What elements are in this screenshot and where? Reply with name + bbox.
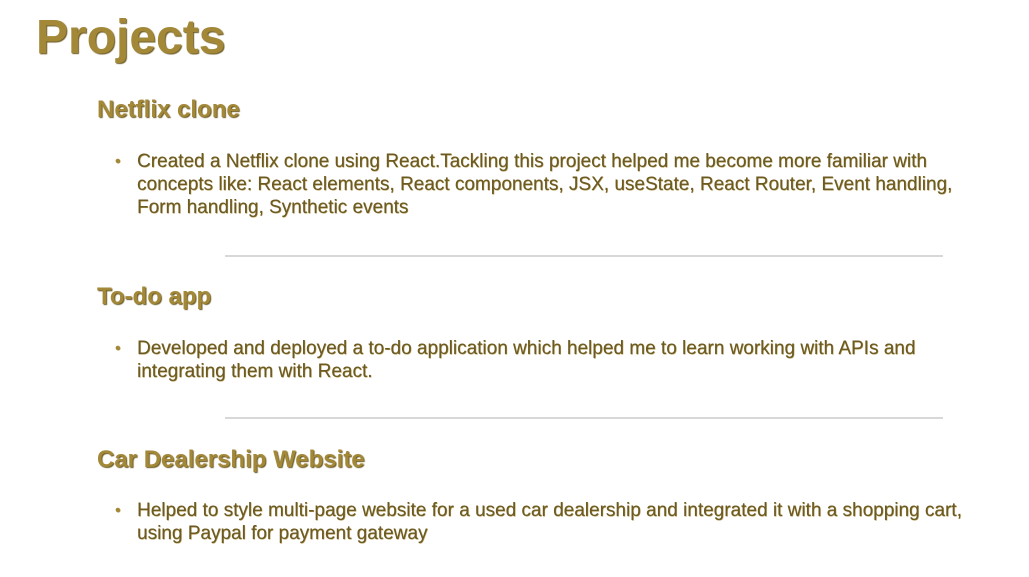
list-item-text: Developed and deployed a to-do applicati… bbox=[137, 338, 916, 382]
project-description-list: • Developed and deployed a to-do applica… bbox=[97, 337, 977, 383]
bullet-dot-icon: • bbox=[115, 153, 121, 170]
project-netflix-clone: Netflix clone • Created a Netflix clone … bbox=[97, 94, 977, 219]
page-title: Projects bbox=[36, 11, 226, 64]
list-item-text: Helped to style multi-page website for a… bbox=[137, 500, 962, 544]
project-todo-app: To-do app • Developed and deployed a to-… bbox=[97, 281, 977, 383]
list-item: • Developed and deployed a to-do applica… bbox=[97, 337, 977, 383]
project-description-list: • Helped to style multi-page website for… bbox=[97, 499, 977, 545]
bullet-dot-icon: • bbox=[115, 340, 121, 357]
list-item-text: Created a Netflix clone using React.Tack… bbox=[137, 151, 953, 218]
project-car-dealership-website: Car Dealership Website • Helped to style… bbox=[97, 444, 977, 545]
section-divider bbox=[225, 417, 943, 419]
section-divider bbox=[225, 255, 943, 257]
project-title: Car Dealership Website bbox=[97, 446, 365, 473]
list-item: • Helped to style multi-page website for… bbox=[97, 499, 977, 545]
bullet-dot-icon: • bbox=[115, 502, 121, 519]
list-item: • Created a Netflix clone using React.Ta… bbox=[97, 150, 977, 219]
project-description-list: • Created a Netflix clone using React.Ta… bbox=[97, 150, 977, 219]
project-title: To-do app bbox=[97, 283, 212, 310]
project-title: Netflix clone bbox=[97, 96, 240, 123]
